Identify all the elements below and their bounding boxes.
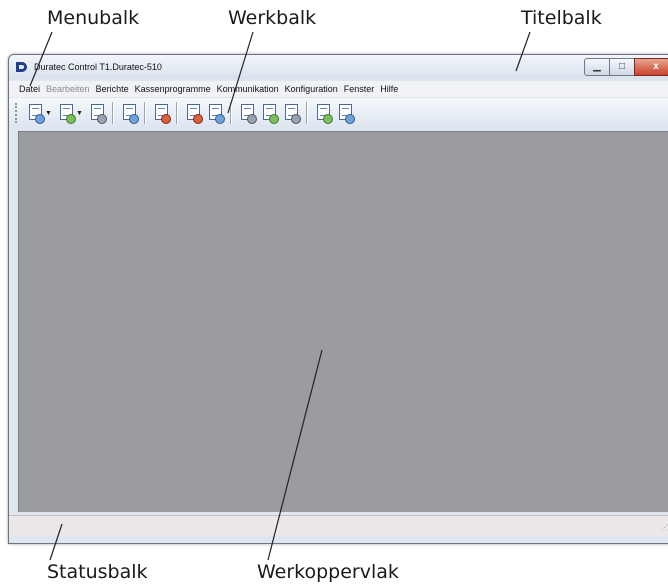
toolbar: ▼ ▼ <box>9 98 668 128</box>
settings-badge <box>290 114 301 124</box>
minimize-icon: ▁ <box>593 61 601 72</box>
resize-grip-icon[interactable]: ⋰⋰ <box>661 524 668 532</box>
toolbar-grip[interactable] <box>15 103 20 123</box>
duratec-d-logo-icon <box>16 62 27 72</box>
layout-badge <box>96 114 107 124</box>
open-badge <box>65 114 76 124</box>
menu-konfiguration[interactable]: Konfiguration <box>282 84 341 94</box>
transfer-badge <box>344 114 355 124</box>
toolbar-separator <box>143 102 146 124</box>
callout-statusbalk: Statusbalk <box>47 561 148 583</box>
send-to-register-button[interactable] <box>184 102 203 124</box>
open-document-button[interactable] <box>57 102 76 124</box>
callout-menubalk: Menubalk <box>47 7 140 29</box>
menu-datei[interactable]: Datei <box>16 84 43 94</box>
close-icon: x <box>653 61 659 72</box>
receive-from-register-button[interactable] <box>206 102 225 124</box>
edit-document-button[interactable] <box>152 102 171 124</box>
toolbar-separator <box>229 102 232 124</box>
window-title: Duratec Control T1.Duratec-510 <box>34 62 162 72</box>
settings-button[interactable] <box>282 102 301 124</box>
menu-berichte[interactable]: Berichte <box>93 84 132 94</box>
menu-bearbeiten[interactable]: Bearbeiten <box>43 84 93 94</box>
title-bar[interactable]: Duratec Control T1.Duratec-510 ▁ □ x <box>9 55 668 79</box>
toolbar-separator <box>111 102 114 124</box>
print-badge <box>322 114 333 124</box>
receive-badge <box>214 114 225 124</box>
maximize-button[interactable]: □ <box>609 58 635 76</box>
application-window: Duratec Control T1.Duratec-510 ▁ □ x Dat… <box>8 54 668 544</box>
menu-fenster[interactable]: Fenster <box>341 84 378 94</box>
edit-badge <box>160 114 171 124</box>
new-document-button[interactable] <box>26 102 45 124</box>
menu-bar: Datei Bearbeiten Berichte Kassenprogramm… <box>9 81 668 97</box>
open-dropdown-arrow-icon[interactable]: ▼ <box>76 110 83 117</box>
new-badge <box>35 114 45 124</box>
maximize-icon: □ <box>618 61 626 72</box>
new-dropdown-arrow-icon[interactable]: ▼ <box>45 110 52 117</box>
minimize-button[interactable]: ▁ <box>584 58 610 76</box>
menu-kassenprogramme[interactable]: Kassenprogramme <box>132 84 214 94</box>
close-button[interactable]: x <box>634 58 668 76</box>
window-controls: ▁ □ x <box>584 58 668 76</box>
configure-badge <box>268 114 279 124</box>
toolbar-separator <box>175 102 178 124</box>
print-layout-button[interactable] <box>88 102 107 124</box>
callout-titelbalk: Titelbalk <box>521 7 602 29</box>
workspace-area[interactable] <box>18 131 668 512</box>
report-badge <box>246 114 257 124</box>
callout-werkbalk: Werkbalk <box>228 7 317 29</box>
menu-kommunikation[interactable]: Kommunikation <box>214 84 282 94</box>
connect-badge <box>128 114 139 124</box>
send-badge <box>192 114 203 124</box>
toolbar-separator <box>305 102 308 124</box>
configure-button[interactable] <box>260 102 279 124</box>
menu-hilfe[interactable]: Hilfe <box>377 84 401 94</box>
register-connect-button[interactable] <box>120 102 139 124</box>
status-bar: ⋰⋰ <box>9 515 668 536</box>
callout-werkoppervlak: Werkoppervlak <box>257 561 399 583</box>
print-button[interactable] <box>314 102 333 124</box>
print-transfer-button[interactable] <box>336 102 355 124</box>
report-list-button[interactable] <box>238 102 257 124</box>
